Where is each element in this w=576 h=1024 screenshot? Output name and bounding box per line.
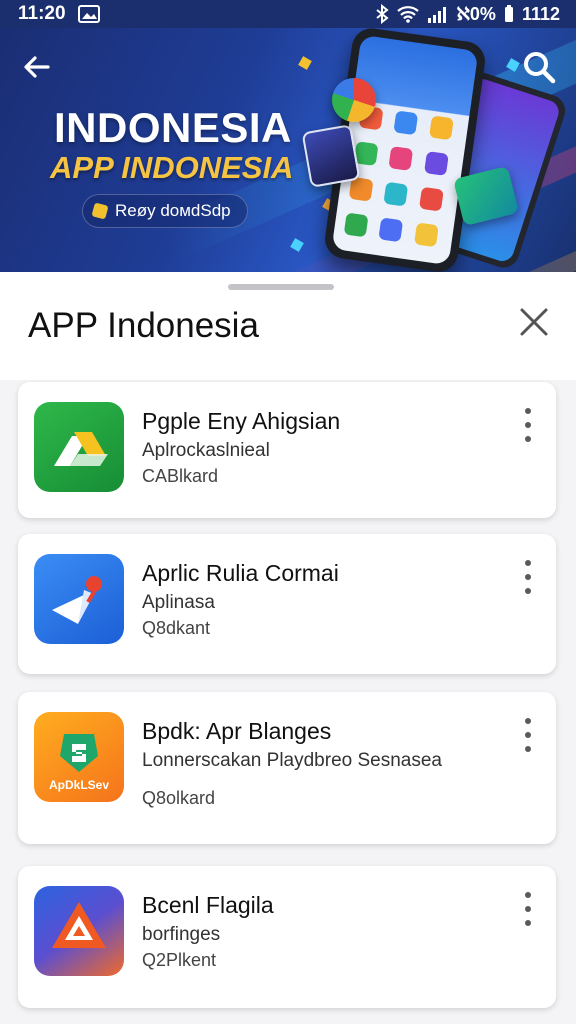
app-subtitle: Aplrockaslnieal <box>142 440 270 461</box>
app-name: Pgple Eny Ahigsian <box>142 408 341 434</box>
app-meta: Q8olkard <box>142 788 216 808</box>
banner-title: INDONESIA <box>54 104 292 151</box>
drive-triangle-icon <box>34 402 124 492</box>
triangle-alert-icon <box>34 886 124 976</box>
gallery-notification-icon <box>77 5 100 23</box>
status-time: 11:20 <box>18 3 66 24</box>
app-list-item[interactable]: ApDkLSev Bpdk: Apr Blanges Lonnerscakan … <box>18 692 556 844</box>
banner-subtitle: APP INDONESIA <box>50 150 294 185</box>
bluetooth-icon <box>375 4 389 24</box>
app-meta: CABlkard <box>142 466 219 486</box>
wifi-icon <box>396 5 419 23</box>
sheet-header: APP Indonesia <box>0 272 576 380</box>
app-list-item[interactable]: Aprlic Rulia Cormai Aplinasa Q8dkant <box>18 534 556 674</box>
pin-arrow-icon <box>34 554 124 644</box>
app-name: Bpdk: Apr Blanges <box>142 718 332 744</box>
banner-cta-button[interactable]: Reøy doмdSdp <box>82 194 248 228</box>
more-options-button[interactable] <box>522 560 534 594</box>
close-icon <box>520 308 548 336</box>
shield-badge-icon: ApDkLSev <box>34 712 124 802</box>
sheet-title: APP Indonesia <box>28 306 259 345</box>
confetti-shape <box>298 56 312 70</box>
app-subtitle: borfinges <box>142 924 221 945</box>
battery-percent: ℵ0% <box>456 3 496 24</box>
more-options-button[interactable] <box>522 718 534 752</box>
search-button[interactable] <box>520 48 558 86</box>
back-button[interactable] <box>20 50 54 84</box>
floating-chart-illustration <box>332 78 376 122</box>
app-subtitle: Aplinasa <box>142 592 215 613</box>
signal-icon <box>427 5 449 23</box>
app-subtitle: Lonnerscakan Playdbreo Sesnasea <box>142 750 442 771</box>
status-bar: 11:20 ℵ0% 1112 <box>0 0 576 28</box>
battery-icon <box>504 5 514 23</box>
hero-banner: INDONESIA APP INDONESIA Reøy doмdSdp <box>0 0 576 272</box>
app-list-item[interactable]: Bcenl Flagila borfinges Q2Plkent <box>18 866 556 1008</box>
app-meta: Q8dkant <box>142 618 211 638</box>
confetti-shape <box>290 238 304 252</box>
banner-cta-label: Reøy doмdSdp <box>115 201 231 220</box>
drag-handle[interactable] <box>228 284 334 290</box>
status-secondary-value: 1112 <box>521 3 560 24</box>
bottom-sheet: APP Indonesia Pgple Eny Ahigsian Aplrock… <box>0 272 576 1024</box>
app-name: Bcenl Flagila <box>142 892 274 918</box>
close-button[interactable] <box>518 306 550 338</box>
app-meta: Q2Plkent <box>142 950 217 970</box>
arrow-left-icon <box>24 56 50 78</box>
app-name: Aprlic Rulia Cormai <box>142 560 339 586</box>
more-options-button[interactable] <box>522 892 534 926</box>
floating-card-illustration <box>301 124 361 188</box>
app-list-item[interactable]: Pgple Eny Ahigsian Aplrockaslnieal CABlk… <box>18 382 556 518</box>
search-icon <box>524 52 556 84</box>
tag-icon <box>91 202 109 220</box>
app-icon-label: ApDkLSev <box>48 778 110 792</box>
more-options-button[interactable] <box>522 408 534 442</box>
